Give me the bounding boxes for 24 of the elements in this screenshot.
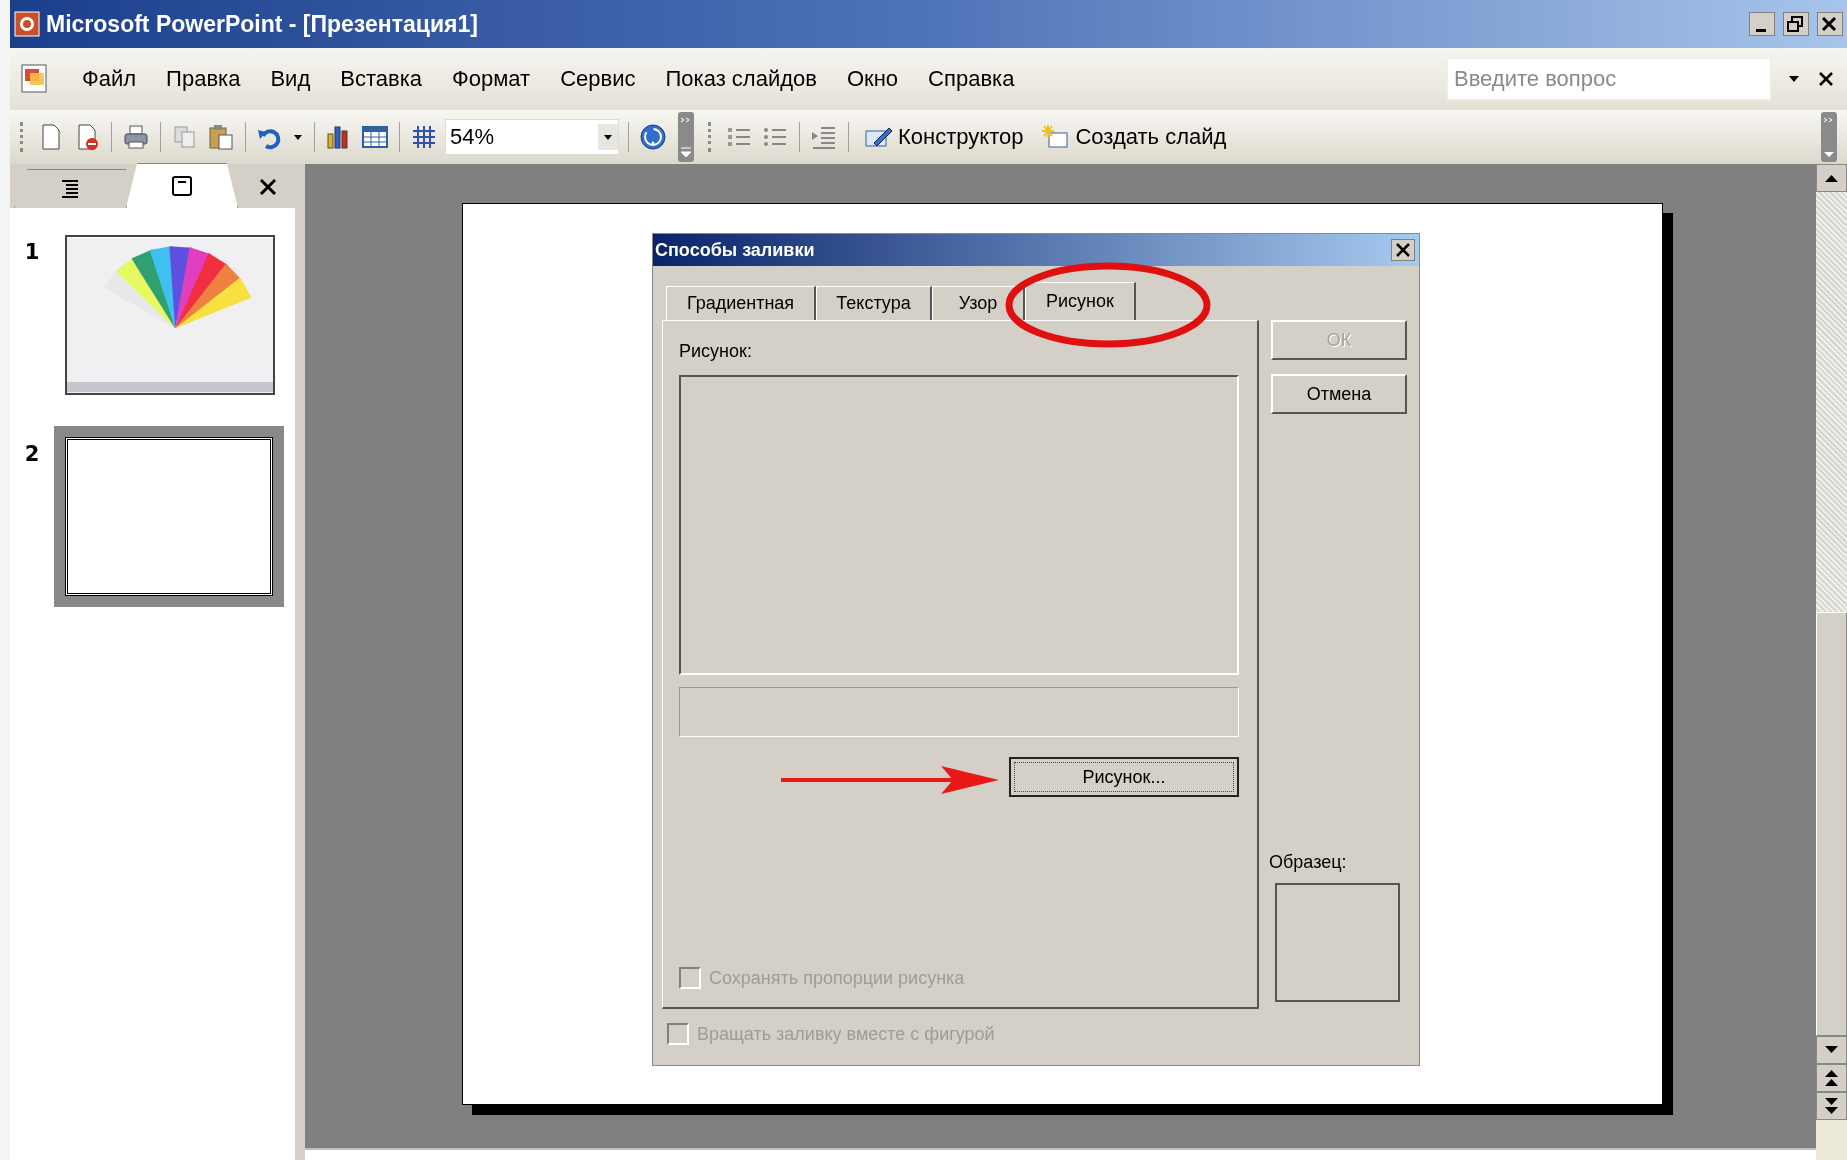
menu-item[interactable]: Показ слайдов bbox=[651, 62, 831, 96]
window-title: Microsoft PowerPoint - [Презентация1] bbox=[46, 10, 478, 38]
menu-item[interactable]: Сервис bbox=[546, 62, 650, 96]
dialog-title: Способы заливки bbox=[655, 239, 815, 261]
slide-number: 1 bbox=[23, 239, 41, 264]
menu-item[interactable]: Файл bbox=[68, 62, 151, 96]
zoom-field[interactable]: 54% bbox=[445, 119, 619, 155]
help-search-field[interactable]: Введите вопрос bbox=[1447, 58, 1771, 100]
design-button[interactable]: Конструктор bbox=[858, 121, 1030, 153]
dialog-tab[interactable]: Текстура bbox=[816, 286, 932, 320]
select-picture-button[interactable]: Рисунок... bbox=[1009, 757, 1239, 797]
dialog-tab[interactable]: Рисунок bbox=[1025, 282, 1136, 320]
menu-item[interactable]: Вставка bbox=[326, 62, 436, 96]
dialog-tab[interactable]: Градиентная bbox=[666, 286, 816, 320]
menu-item[interactable]: Вид bbox=[256, 62, 325, 96]
new-slide-button[interactable]: Создать слайд bbox=[1035, 121, 1233, 153]
menu-item[interactable]: Окно bbox=[833, 62, 913, 96]
sample-label: Образец: bbox=[1269, 852, 1348, 873]
picture-label: Рисунок: bbox=[679, 341, 753, 363]
menu-item[interactable]: Формат bbox=[438, 62, 545, 96]
slide-number: 2 bbox=[23, 441, 41, 466]
menu-item[interactable]: Справка bbox=[914, 62, 1029, 96]
cancel-button[interactable]: Отмена bbox=[1271, 374, 1407, 414]
menu-item[interactable]: Правка bbox=[152, 62, 255, 96]
